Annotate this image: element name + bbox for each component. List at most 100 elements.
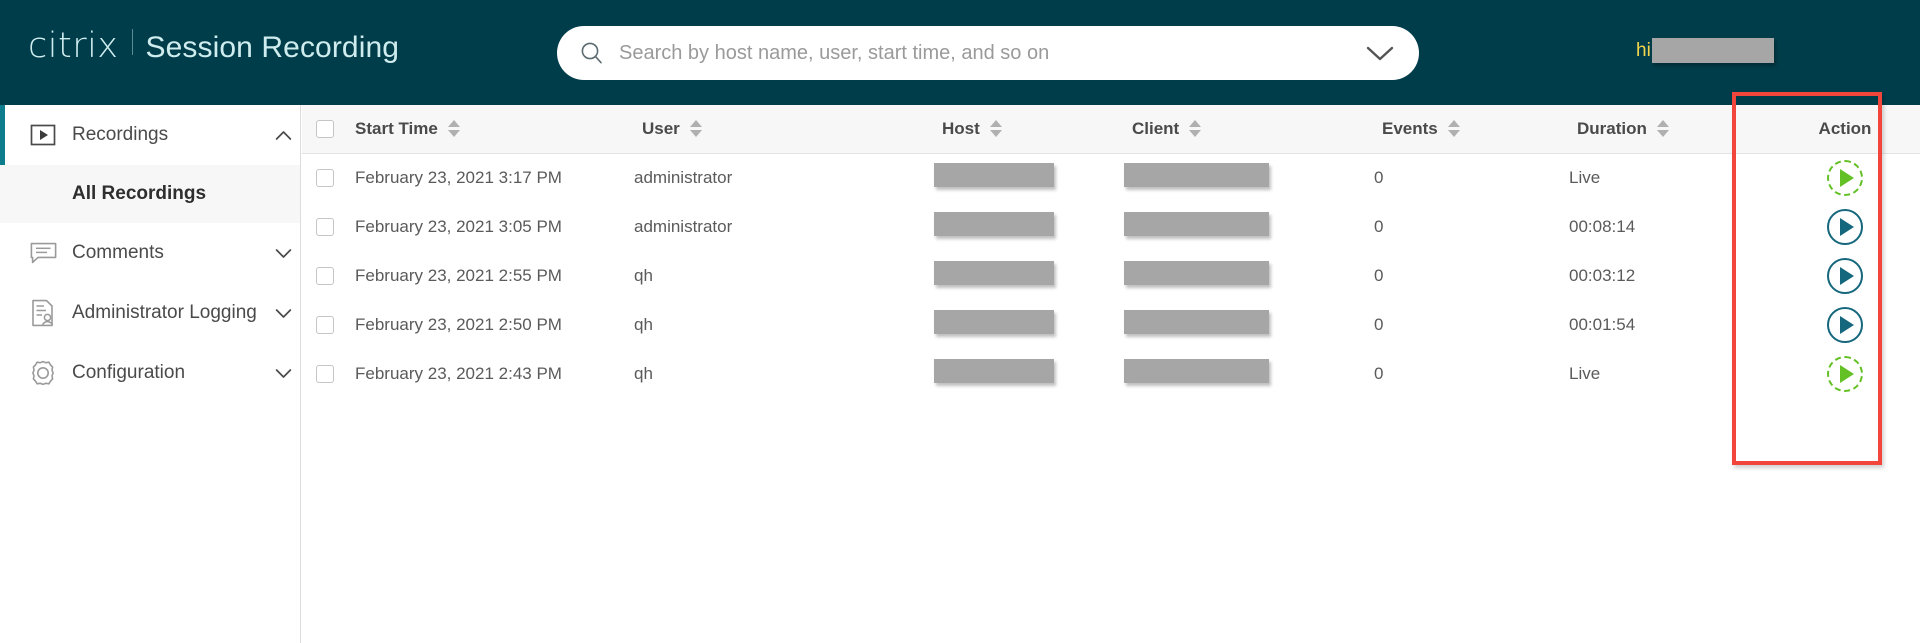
redacted-host xyxy=(934,359,1054,383)
cell-user: qh xyxy=(634,265,653,285)
cell-start-time: February 23, 2021 3:05 PM xyxy=(302,202,634,251)
cell-duration[interactable]: 00:01:54 xyxy=(1569,300,1770,349)
sidebar-item-recordings[interactable]: Recordings xyxy=(0,105,300,165)
start-time-value: February 23, 2021 2:55 PM xyxy=(355,265,562,285)
sort-toggle-start-time[interactable] xyxy=(447,120,460,138)
chevron-down-icon[interactable] xyxy=(266,343,300,403)
cell-duration[interactable]: Live xyxy=(1569,349,1770,398)
sidebar-item-label: Configuration xyxy=(72,362,186,383)
comment-icon xyxy=(28,238,58,268)
column-header-user[interactable]: User xyxy=(634,105,934,153)
cell-duration[interactable]: 00:03:12 xyxy=(1569,251,1770,300)
sidebar-subitem-all-recordings[interactable]: All Recordings xyxy=(0,165,300,223)
cell-start-time: February 23, 2021 2:43 PM xyxy=(302,349,634,398)
cell-action xyxy=(1770,251,1920,300)
column-header-start-time[interactable]: Start Time xyxy=(302,105,634,153)
greeting-text: hi xyxy=(1636,39,1651,61)
start-time-value: February 23, 2021 2:50 PM xyxy=(355,314,562,334)
sort-toggle-user[interactable] xyxy=(689,120,702,138)
sort-toggle-duration[interactable] xyxy=(1656,120,1669,138)
cell-host xyxy=(934,251,1124,300)
table-row[interactable]: February 23, 2021 2:50 PM qh 0 00:01:54 xyxy=(302,300,1920,349)
redacted-client xyxy=(1124,163,1269,188)
recordings-table: Start Time User Host Client Events Durat… xyxy=(302,105,1920,398)
app-header: citrix Session Recording hi xyxy=(0,0,1920,105)
redacted-client xyxy=(1124,310,1269,334)
column-header-label: Duration xyxy=(1577,118,1647,138)
cell-events: 0 xyxy=(1374,216,1384,236)
cell-client xyxy=(1124,251,1374,300)
gear-icon xyxy=(28,358,58,388)
row-select-checkbox[interactable] xyxy=(316,364,334,383)
cell-host xyxy=(934,349,1124,398)
sidebar-item-label: Administrator Logging xyxy=(72,302,257,323)
redacted-host xyxy=(934,310,1054,334)
play-live-icon[interactable] xyxy=(1827,159,1863,196)
column-header-label: Start Time xyxy=(355,118,438,138)
table-row[interactable]: February 23, 2021 3:05 PM administrator … xyxy=(302,202,1920,251)
chevron-down-icon[interactable] xyxy=(266,223,300,283)
cell-events: 0 xyxy=(1374,363,1384,383)
chevron-down-icon[interactable] xyxy=(1357,26,1403,80)
sidebar-item-configuration[interactable]: Configuration xyxy=(0,343,300,403)
cell-duration[interactable]: 00:08:14 xyxy=(1569,202,1770,251)
column-header-host[interactable]: Host xyxy=(934,105,1124,153)
cell-events: 0 xyxy=(1374,167,1384,187)
row-select-checkbox[interactable] xyxy=(316,315,334,334)
sidebar-item-comments[interactable]: Comments xyxy=(0,223,300,283)
search-input[interactable] xyxy=(619,26,1357,80)
sidebar-item-administrator-logging[interactable]: Administrator Logging xyxy=(0,283,300,343)
play-live-icon[interactable] xyxy=(1827,355,1863,392)
table-row[interactable]: February 23, 2021 2:55 PM qh 0 00:03:12 xyxy=(302,251,1920,300)
sidebar: Recordings All Recordings Comments Admin… xyxy=(0,105,301,643)
redacted-username xyxy=(1651,38,1774,63)
recordings-panel: Start Time User Host Client Events Durat… xyxy=(302,105,1920,643)
brand: citrix Session Recording xyxy=(28,26,399,66)
sidebar-item-label: Comments xyxy=(72,242,164,263)
column-header-events[interactable]: Events xyxy=(1374,105,1569,153)
sort-toggle-events[interactable] xyxy=(1447,120,1460,138)
start-time-value: February 23, 2021 3:05 PM xyxy=(355,216,562,236)
cell-client xyxy=(1124,349,1374,398)
row-select-checkbox[interactable] xyxy=(316,266,334,285)
chevron-down-icon[interactable] xyxy=(266,283,300,343)
select-all-checkbox[interactable] xyxy=(316,119,334,138)
column-header-client[interactable]: Client xyxy=(1124,105,1374,153)
cell-host xyxy=(934,300,1124,349)
cell-duration[interactable]: Live xyxy=(1569,153,1770,202)
play-icon[interactable] xyxy=(1827,306,1863,343)
redacted-client xyxy=(1124,212,1269,236)
cell-action xyxy=(1770,300,1920,349)
cell-events: 0 xyxy=(1374,265,1384,285)
search-bar[interactable] xyxy=(557,26,1419,80)
start-time-value: February 23, 2021 2:43 PM xyxy=(355,363,562,383)
row-select-checkbox[interactable] xyxy=(316,217,334,236)
sort-toggle-host[interactable] xyxy=(989,120,1002,138)
chevron-up-icon[interactable] xyxy=(266,105,300,165)
cell-user: administrator xyxy=(634,167,733,187)
sort-toggle-client[interactable] xyxy=(1189,120,1202,138)
redacted-client xyxy=(1124,359,1269,383)
table-header-row: Start Time User Host Client Events Durat… xyxy=(302,105,1920,153)
search-icon xyxy=(579,40,605,66)
play-icon[interactable] xyxy=(1827,208,1863,245)
column-header-label: User xyxy=(642,118,680,138)
cell-client xyxy=(1124,202,1374,251)
column-header-label: Host xyxy=(942,118,980,138)
row-select-checkbox[interactable] xyxy=(316,168,334,187)
cell-user: qh xyxy=(634,314,653,334)
table-row[interactable]: February 23, 2021 3:17 PM administrator … xyxy=(302,153,1920,202)
redacted-host xyxy=(934,212,1054,236)
user-greeting[interactable]: hi xyxy=(1636,38,1774,63)
sidebar-subitem-label: All Recordings xyxy=(72,183,207,204)
column-header-action: Action xyxy=(1770,105,1920,153)
column-header-label: Events xyxy=(1382,118,1438,138)
start-time-value: February 23, 2021 3:17 PM xyxy=(355,167,562,187)
sidebar-item-label: Recordings xyxy=(72,124,169,145)
column-header-label: Client xyxy=(1132,118,1180,138)
column-header-duration[interactable]: Duration xyxy=(1569,105,1770,153)
table-row[interactable]: February 23, 2021 2:43 PM qh 0 Live xyxy=(302,349,1920,398)
play-icon[interactable] xyxy=(1827,257,1863,294)
cell-action xyxy=(1770,202,1920,251)
column-header-label: Action xyxy=(1818,118,1872,138)
